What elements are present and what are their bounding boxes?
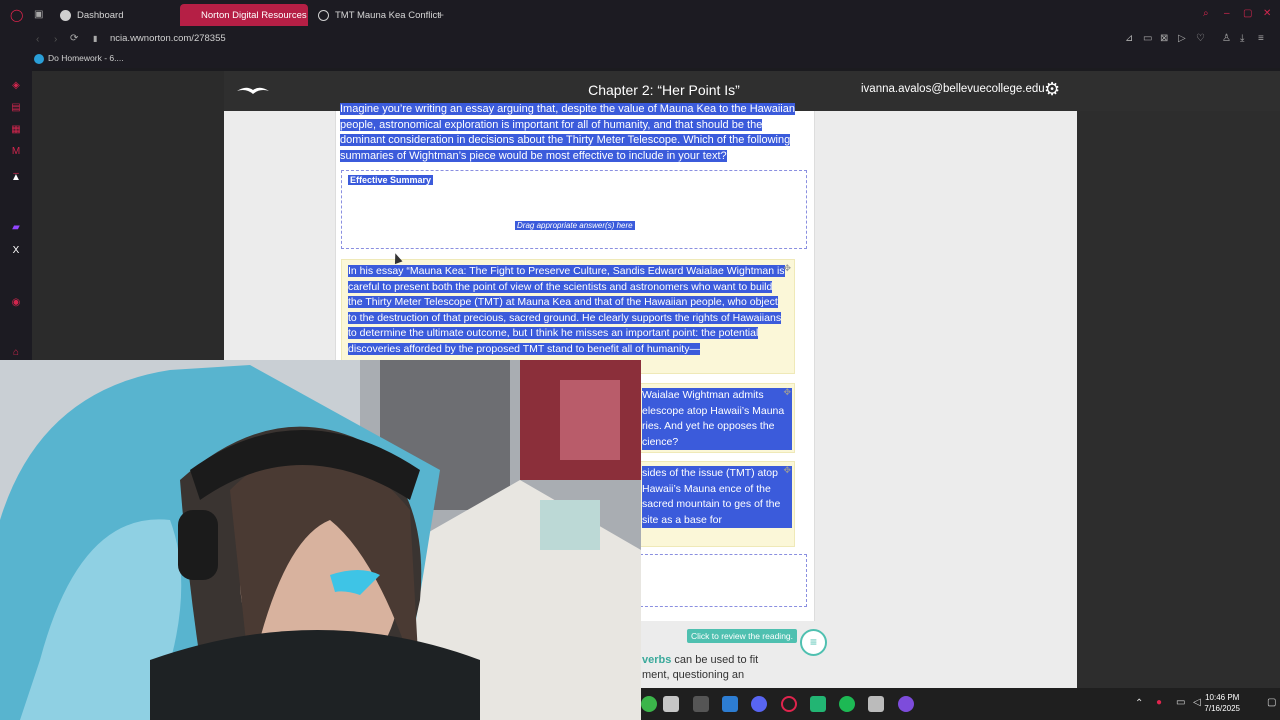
instruction-text: verbs can be used to fit ment, questioni… xyxy=(642,654,759,681)
play-icon[interactable]: ▷ xyxy=(1178,34,1186,44)
drag-handle-icon[interactable]: ✥ xyxy=(783,385,791,401)
url-field[interactable]: ncia.wwnorton.com/278355 xyxy=(110,34,226,44)
tab-tmt[interactable]: TMT Mauna Kea Conflict xyxy=(308,4,450,26)
mic-icon[interactable]: ● xyxy=(1156,698,1162,708)
tab-label: TMT Mauna Kea Conflict xyxy=(335,9,440,21)
webcam-overlay xyxy=(0,360,641,720)
x-icon[interactable]: X xyxy=(10,245,22,257)
effective-summary-drop-zone[interactable]: Effective Summary Drag appropriate answe… xyxy=(341,170,807,249)
tray-arrow-icon[interactable]: ⌃ xyxy=(1135,699,1143,709)
aria-icon[interactable]: ◈ xyxy=(10,80,22,92)
globe-icon xyxy=(318,9,329,21)
bookmarks-bar: Do Homework - 6.... xyxy=(0,50,1280,68)
forward-icon[interactable]: › xyxy=(54,35,57,45)
pin-icon[interactable]: ⊿ xyxy=(1125,34,1133,44)
tab-norton[interactable]: Norton Digital Resources xyxy=(180,4,308,26)
game-icon[interactable] xyxy=(810,696,826,712)
account-icon[interactable]: ♙ xyxy=(1222,34,1231,44)
tab-dashboard[interactable]: Dashboard xyxy=(50,4,133,26)
clock[interactable]: 10:46 PM 7/16/2025 xyxy=(1204,692,1240,714)
drag-handle-icon[interactable]: ✥ xyxy=(783,261,791,277)
user-email[interactable]: ivanna.avalos@bellevuecollege.edu xyxy=(861,83,1045,95)
drag-handle-icon[interactable]: ✥ xyxy=(783,463,791,479)
messenger-icon[interactable]: ▦ xyxy=(10,124,22,136)
bookmark-favicon-icon xyxy=(34,54,44,64)
answer-option-1[interactable]: In his essay “Mauna Kea: The Fight to Pr… xyxy=(341,259,795,374)
volume-icon[interactable]: ◁ xyxy=(1193,698,1201,708)
calendar-icon[interactable] xyxy=(663,696,679,712)
minimize-icon[interactable]: – xyxy=(1224,9,1230,19)
restore-icon[interactable]: ▢ xyxy=(1243,9,1252,19)
settings-dot-icon[interactable]: ◉ xyxy=(10,297,22,309)
taskbar: ⌃ ● ▭ ◁ ▢ xyxy=(641,688,1280,720)
lock-icon: ▮ xyxy=(93,34,98,43)
new-tab-button[interactable]: + xyxy=(437,9,444,21)
dashboard-favicon-icon xyxy=(60,9,71,21)
bookmark-do-homework[interactable]: Do Homework - 6.... xyxy=(48,54,124,63)
player-icon[interactable]: ▤ xyxy=(10,102,22,114)
tab-label: Dashboard xyxy=(77,9,124,21)
chapter-title: Chapter 2: “Her Point Is” xyxy=(588,82,740,98)
address-toolbar: ‹ › ⟳ ▮ ncia.wwnorton.com/278355 ⊿ ▭ ⊠ ▷… xyxy=(0,30,1280,50)
back-icon[interactable]: ‹ xyxy=(36,35,39,45)
left-background xyxy=(32,71,224,361)
drop-zone-hint: Drag appropriate answer(s) here xyxy=(515,221,635,230)
heart-icon[interactable]: ♡ xyxy=(1196,34,1205,44)
browser-tab-bar: ◯ ▣ Dashboard Norton Digital Resources T… xyxy=(0,0,1280,30)
close-window-icon[interactable]: ✕ xyxy=(1263,9,1271,19)
review-reading-button[interactable]: Click to review the reading. xyxy=(687,629,797,643)
unity-icon[interactable] xyxy=(693,696,709,712)
drop-zone-label: Effective Summary xyxy=(348,175,434,185)
reload-icon[interactable]: ⟳ xyxy=(70,34,78,44)
arc-icon[interactable]: ▲ xyxy=(10,172,22,184)
second-drop-zone[interactable] xyxy=(640,554,807,607)
obs-icon[interactable] xyxy=(898,696,914,712)
time: 10:46 PM xyxy=(1205,693,1240,702)
snapshot-icon[interactable]: ▭ xyxy=(1143,34,1152,44)
right-background xyxy=(1077,111,1280,688)
vscode-icon[interactable] xyxy=(722,696,738,712)
question-prompt: Imagine you’re writing an essay arguing … xyxy=(340,103,795,162)
chrome-icon[interactable] xyxy=(641,696,657,712)
download-icon[interactable]: ⤓ xyxy=(1240,34,1244,44)
news-icon[interactable]: M xyxy=(10,146,22,158)
date: 7/16/2025 xyxy=(1204,704,1240,713)
answer-text: In his essay “Mauna Kea: The Fight to Pr… xyxy=(348,265,785,355)
discord-icon[interactable] xyxy=(751,696,767,712)
gear-icon[interactable]: ⚙ xyxy=(1044,79,1060,100)
network-icon[interactable]: ▭ xyxy=(1176,698,1185,708)
app-icon[interactable] xyxy=(868,696,884,712)
tab-label: Norton Digital Resources xyxy=(201,9,307,21)
keyword: verbs xyxy=(642,654,672,666)
menu-icon[interactable]: ≡ xyxy=(1258,34,1264,44)
webcam-image xyxy=(0,360,641,720)
workspaces-icon[interactable]: ▣ xyxy=(34,10,43,20)
twitch-icon[interactable]: ▰ xyxy=(10,222,22,234)
norton-logo-icon xyxy=(236,83,270,97)
opera-taskbar-icon[interactable] xyxy=(781,696,797,712)
spotify-icon[interactable] xyxy=(839,696,855,712)
notification-icon[interactable]: ▢ xyxy=(1267,698,1276,708)
search-tabs-icon[interactable]: ⌕ xyxy=(1203,9,1209,19)
opera-logo-icon[interactable]: ◯ xyxy=(10,9,23,21)
adblock-icon[interactable]: ⊠ xyxy=(1160,34,1168,44)
history-icon[interactable]: ⌂ xyxy=(10,347,22,359)
reading-icon[interactable]: ≡ xyxy=(800,629,827,656)
answer-text: sides of the issue (TMT) atop Hawaii’s M… xyxy=(642,466,792,528)
answer-text: Waialae Wightman admits elescope atop Ha… xyxy=(642,388,792,450)
